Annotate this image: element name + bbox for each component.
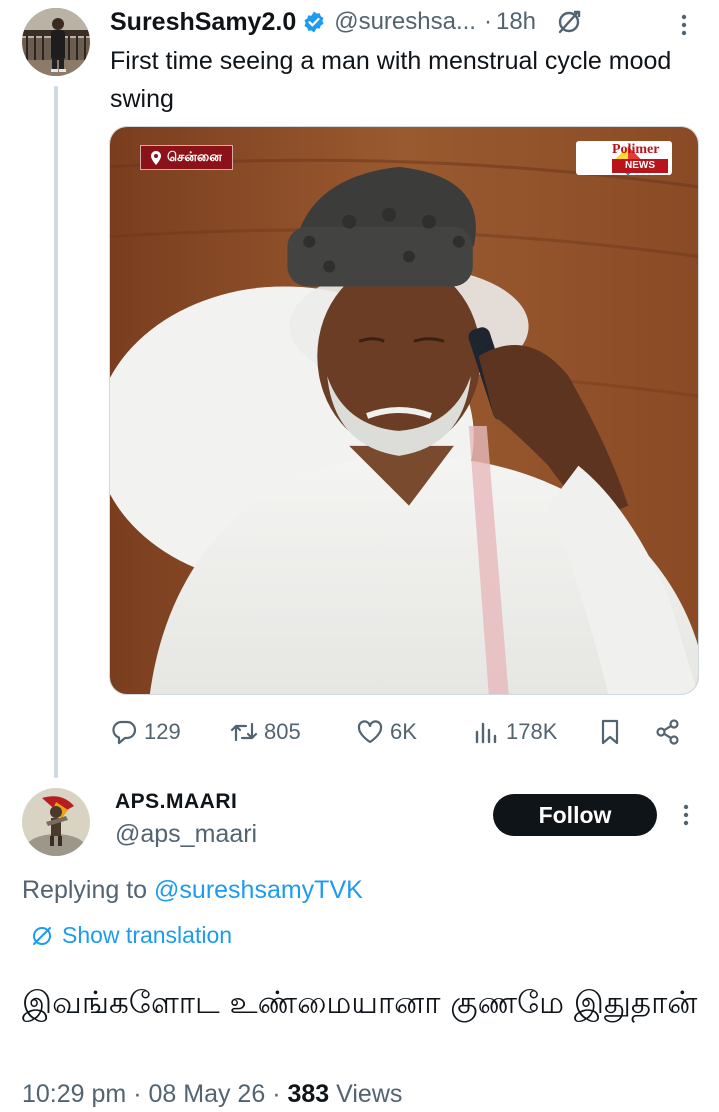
parent-handle[interactable]: @sureshsa... [334, 8, 476, 36]
share-button[interactable] [654, 712, 682, 752]
reply-handle[interactable]: @aps_maari [115, 820, 257, 849]
bookmark-button[interactable] [596, 712, 624, 752]
channel-logo-name: Polimer [612, 142, 660, 157]
channel-logo-sub: NEWS [612, 159, 668, 173]
like-count: 6K [390, 719, 417, 744]
reply-count: 129 [144, 719, 181, 744]
reply-views-label: Views [336, 1080, 403, 1108]
like-button[interactable]: 6K [356, 712, 417, 752]
parent-tweet-text: First time seeing a man with menstrual c… [110, 47, 672, 113]
follow-button[interactable]: Follow [493, 794, 657, 836]
views-count: 178K [506, 719, 558, 744]
views-icon [475, 722, 497, 744]
reply-views-count: 383 [287, 1080, 330, 1108]
like-icon [357, 720, 383, 744]
grok-icon[interactable] [554, 7, 584, 37]
location-label: சென்னை [167, 149, 222, 164]
header-separator: · [483, 8, 492, 35]
tweet-media-image[interactable]: சென்னை Polimer NEWS [109, 126, 699, 695]
meta-separator-2: · [272, 1080, 281, 1108]
parent-display-name[interactable]: SureshSamy2.0 [110, 8, 296, 37]
parent-tweet-header: SureshSamy2.0 @sureshsa... · 18h [110, 4, 699, 40]
reply-date[interactable]: 08 May 26 [148, 1080, 265, 1108]
bookmark-icon [601, 719, 619, 745]
reply-more-icon[interactable] [672, 800, 700, 830]
tweet-action-bar: 129 805 6K 178K [110, 712, 690, 752]
show-translation-button[interactable]: Show translation [30, 922, 232, 949]
share-icon [656, 719, 679, 745]
repost-button[interactable]: 805 [230, 712, 301, 752]
parent-timestamp[interactable]: 18h [496, 8, 536, 36]
parent-avatar[interactable] [22, 8, 90, 76]
replying-mention-link[interactable]: @sureshsamyTVK [154, 876, 363, 904]
reply-icon [112, 720, 137, 745]
replying-to-line: Replying to @sureshsamyTVK [22, 876, 363, 905]
location-pin-icon [149, 150, 163, 166]
reply-time[interactable]: 10:29 pm [22, 1080, 126, 1108]
thread-line [54, 86, 58, 778]
verified-badge-icon [302, 10, 326, 34]
meta-separator-1: · [133, 1080, 142, 1108]
more-icon[interactable] [669, 10, 699, 40]
reply-avatar[interactable] [22, 788, 90, 856]
repost-count: 805 [264, 719, 301, 744]
repost-icon [230, 722, 258, 742]
replying-prefix: Replying to [22, 876, 148, 904]
views-button[interactable]: 178K [472, 712, 557, 752]
location-badge: சென்னை [140, 145, 233, 170]
translate-icon [33, 926, 51, 945]
reply-display-name[interactable]: APS.MAARI [115, 790, 237, 814]
reply-button[interactable]: 129 [110, 712, 181, 752]
channel-logo: Polimer NEWS [576, 141, 672, 176]
reply-tweet-text: இவங்களோட உண்மையானா குணமே இதுதான் [22, 985, 698, 1021]
show-translation-label: Show translation [62, 922, 233, 948]
reply-meta: 10:29 pm · 08 May 26 · 383 Views [22, 1080, 402, 1109]
